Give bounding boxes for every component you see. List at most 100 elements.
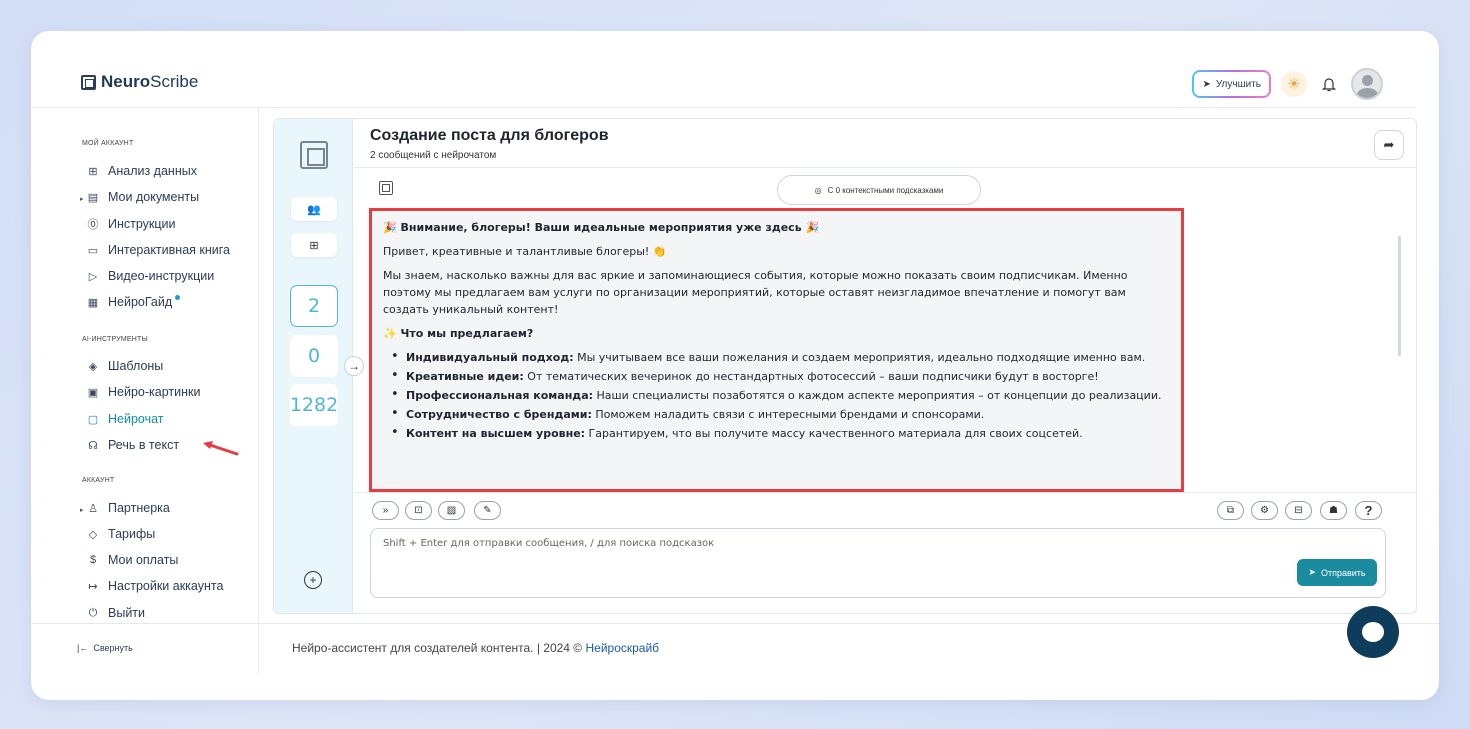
context-hints-button[interactable]: ◎ С 0 контекстными подсказками xyxy=(777,175,981,205)
chat-icon: ▢ xyxy=(87,413,99,426)
scrollbar[interactable] xyxy=(1398,236,1401,356)
document-icon: ▤ xyxy=(87,191,99,204)
guide-icon: ▦ xyxy=(87,296,99,309)
grid-icon[interactable]: ⊞ xyxy=(291,233,337,257)
sidebar-item-data-analysis[interactable]: ⊞ Анализ данных xyxy=(87,164,197,178)
sidebar-item-label: Нейрочат xyxy=(108,412,164,426)
sidebar-item-tariffs[interactable]: ◇ Тарифы xyxy=(87,527,155,541)
message-intro: Мы знаем, насколько важны для вас яркие … xyxy=(383,269,1128,317)
bullet-text: Мы учитываем все ваши пожелания и создае… xyxy=(573,351,1146,365)
annotation-arrow-icon xyxy=(203,441,239,456)
users-icon[interactable]: 👥 xyxy=(291,197,337,221)
avatar[interactable] xyxy=(1351,68,1383,100)
save-icon[interactable]: ⊡ xyxy=(405,501,432,520)
offer-list: Индивидуальный подход: Мы учитываем все … xyxy=(383,349,1170,442)
sidebar-item-neuro-images[interactable]: ▣ Нейро-картинки xyxy=(87,385,201,399)
help-circle-icon: ⓪ xyxy=(87,219,99,231)
magic-wand-icon[interactable]: ✎ xyxy=(474,501,501,520)
bell-icon[interactable] xyxy=(1317,72,1341,96)
message-input[interactable] xyxy=(383,538,1183,549)
collapse-chevrons-icon[interactable]: » xyxy=(372,501,399,520)
chat-panel: 👥 ⊞ 2 0 1282 + → Создание поста для блог… xyxy=(273,118,1417,614)
sidebar-item-label: Мои оплаты xyxy=(108,553,179,567)
chat-title: Создание поста для блогеров xyxy=(370,127,609,144)
caret-right-icon[interactable]: ▸ xyxy=(80,506,84,514)
expand-rail-arrow-icon[interactable]: → xyxy=(344,356,364,376)
theme-toggle-sun-icon[interactable]: ☀ xyxy=(1281,71,1307,97)
send-icon: ➤ xyxy=(1308,567,1316,577)
bullet-text: От тематических вечеринок до нестандартн… xyxy=(523,370,1099,384)
sidebar-item-label: Шаблоны xyxy=(108,359,164,373)
share-icon[interactable]: ➦ xyxy=(1374,130,1404,160)
sidebar-item-account-settings[interactable]: ↦ Настройки аккаунта xyxy=(87,579,223,593)
brand-logo[interactable]: Neuro Scribe xyxy=(81,72,198,92)
sidebar-item-video-instructions[interactable]: ▷ Видео-инструкции xyxy=(87,269,214,283)
robot-icon[interactable]: ☗ xyxy=(1320,501,1347,520)
image-gen-icon[interactable]: ▨ xyxy=(438,501,465,520)
counter-messages[interactable]: 2 xyxy=(290,285,338,327)
app-window: Neuro Scribe ➤ Улучшить ☀ МОЙ АККАУНТ ⊞ Ан… xyxy=(31,31,1439,700)
settings-icon[interactable]: ⚙ xyxy=(1251,501,1278,520)
bullet-text: Наши специалисты позаботятся о каждом ас… xyxy=(593,389,1162,403)
collapse-sidebar-button[interactable]: |← Свернуть xyxy=(77,643,133,653)
chat-rail: 👥 ⊞ 2 0 1282 + xyxy=(274,119,353,613)
bullet-bold: Профессиональная команда: xyxy=(406,389,594,403)
headphones-icon: ☊ xyxy=(88,439,98,452)
collapse-icon: |← xyxy=(77,643,89,653)
toolbar-divider xyxy=(354,492,1416,493)
logo-icon xyxy=(81,74,96,90)
brand-name-light: Scribe xyxy=(150,72,199,91)
send-button[interactable]: ➤ Отправить xyxy=(1297,559,1377,586)
settings-icon: ↦ xyxy=(88,580,98,593)
counter-context[interactable]: 0 xyxy=(290,335,338,377)
sidebar-item-neurochat[interactable]: ▢ Нейрочат xyxy=(87,412,164,426)
footer-text: Нейро-ассистент для создателей контента.… xyxy=(292,641,659,655)
sidebar-item-interactive-book[interactable]: ▭ Интерактивная книга xyxy=(87,243,230,257)
footer-copyright: Нейро-ассистент для создателей контента.… xyxy=(292,641,586,655)
help-button[interactable]: ? xyxy=(1355,501,1382,520)
sidebar-item-label: Нейро-картинки xyxy=(108,385,201,399)
message-heading: 🎉 Внимание, блогеры! Ваши идеальные меро… xyxy=(383,221,820,234)
section-title-ai-tools: AI-ИНСТРУМЕНТЫ xyxy=(82,336,148,343)
caret-right-icon[interactable]: ▸ xyxy=(80,195,84,203)
sidebar-item-label: Инструкции xyxy=(108,217,176,231)
message-input-box[interactable]: ➤ Отправить xyxy=(370,528,1386,598)
sidebar-item-label: Мои документы xyxy=(108,190,200,204)
sidebar-item-affiliate[interactable]: ♙ Партнерка xyxy=(87,501,170,515)
list-item: Профессиональная команда: Наши специалис… xyxy=(391,387,1170,404)
footer-link[interactable]: Нейроскрайб xyxy=(585,641,659,655)
bullet-text: Гарантируем, что вы получите массу качес… xyxy=(585,427,1083,441)
support-chat-button[interactable] xyxy=(1347,606,1399,658)
upgrade-button[interactable]: ➤ Улучшить xyxy=(1192,70,1271,98)
sidebar-item-label: Видео-инструкции xyxy=(108,269,215,283)
add-chat-icon[interactable]: + xyxy=(304,571,322,589)
sidebar-item-templates[interactable]: ◈ Шаблоны xyxy=(87,359,164,373)
palette-icon: ◎ xyxy=(814,185,822,195)
puzzle-icon[interactable]: ⧉ xyxy=(1217,501,1244,520)
panel-icon[interactable]: ⊟ xyxy=(1285,501,1312,520)
section-title-my-account: МОЙ АККАУНТ xyxy=(82,140,134,147)
sidebar-item-label: Анализ данных xyxy=(108,164,197,178)
footer-divider xyxy=(31,623,1439,624)
sidebar-item-logout[interactable]: ⏻ Выйти xyxy=(87,606,145,620)
tag-icon: ◇ xyxy=(88,528,98,541)
sidebar-item-my-documents[interactable]: ▤ Мои документы xyxy=(87,190,199,204)
brand-name-bold: Neuro xyxy=(101,72,151,91)
send-label: Отправить xyxy=(1320,567,1366,578)
sidebar-item-instructions[interactable]: ⓪ Инструкции xyxy=(87,217,176,231)
list-item: Сотрудничество с брендами: Поможем налад… xyxy=(391,406,1170,423)
message-offer-heading: ✨ Что мы предлагаем? xyxy=(383,327,534,341)
layers-icon: ◈ xyxy=(88,360,98,373)
users-icon: ♙ xyxy=(88,502,98,515)
assistant-avatar-icon xyxy=(379,181,393,195)
sidebar-item-speech-to-text[interactable]: ☊ Речь в текст xyxy=(87,438,179,452)
sidebar-item-label: НейроГайд xyxy=(108,295,173,309)
sidebar-item-label: Партнерка xyxy=(108,501,170,515)
sidebar-divider xyxy=(258,108,259,674)
sidebar-item-payments[interactable]: $ Мои оплаты xyxy=(87,553,178,567)
list-item: Индивидуальный подход: Мы учитываем все … xyxy=(391,349,1170,366)
power-icon: ⏻ xyxy=(88,606,98,619)
counter-tokens[interactable]: 1282 xyxy=(290,384,338,426)
sidebar-item-neuroguide[interactable]: ▦ НейроГайд xyxy=(87,294,181,309)
image-icon: ▣ xyxy=(87,386,99,399)
